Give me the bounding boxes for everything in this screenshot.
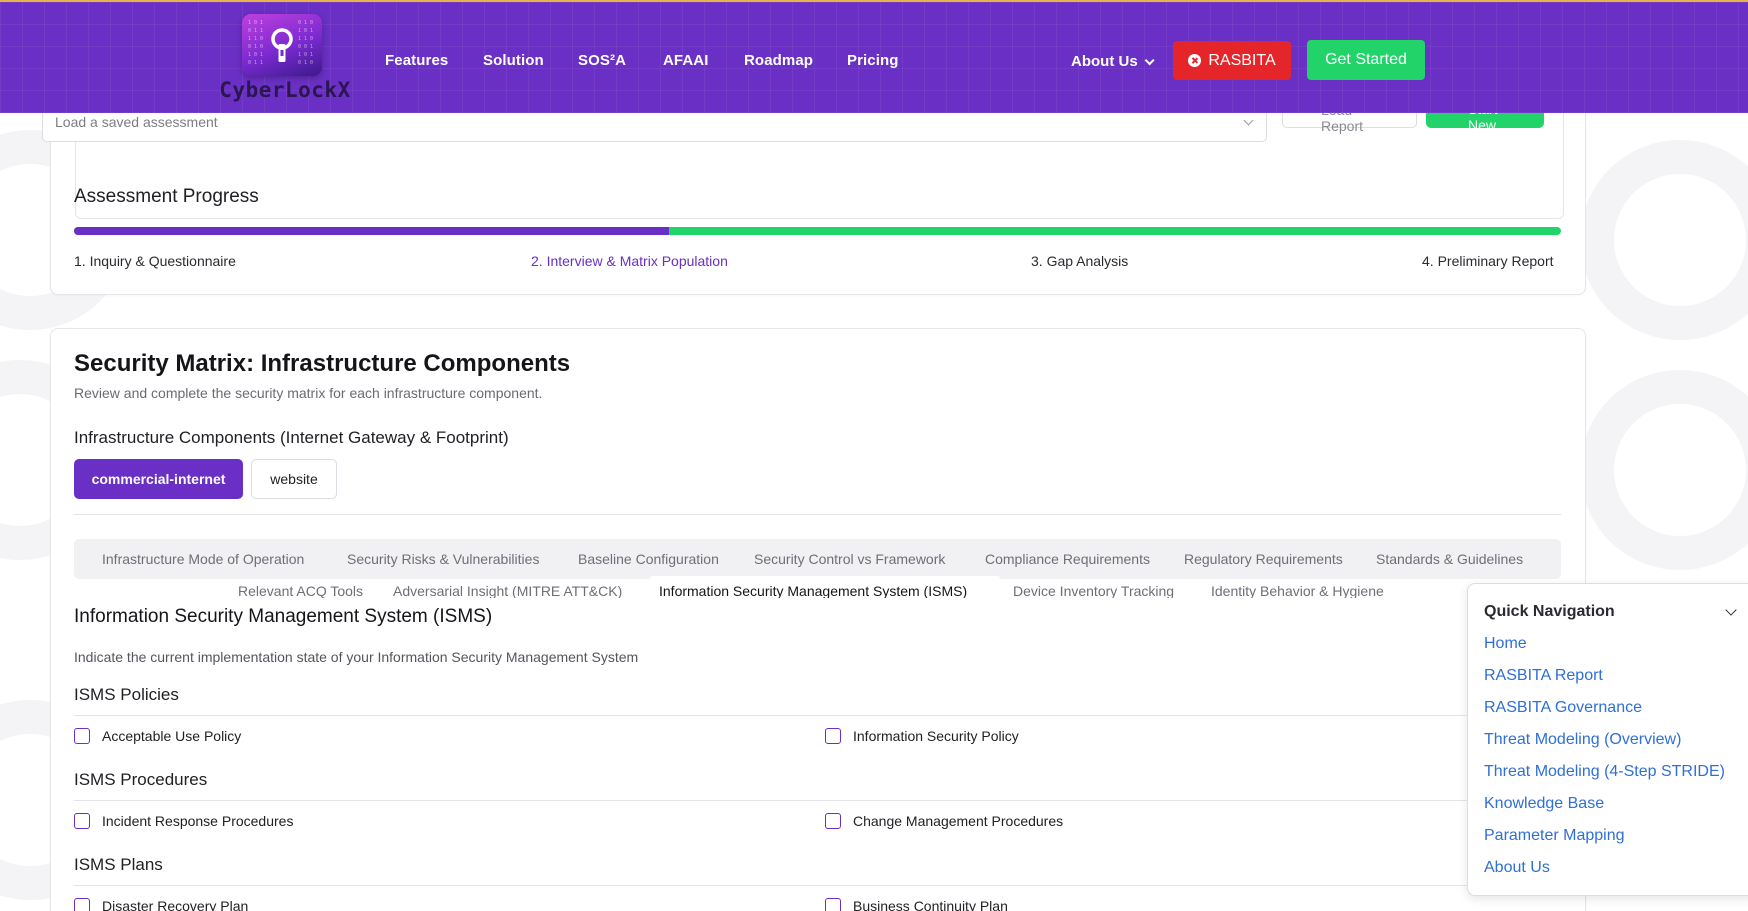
progress-fill xyxy=(74,227,669,235)
quick-nav-link-knowledge-base[interactable]: Knowledge Base xyxy=(1484,795,1604,813)
checkbox-disaster-recovery-plan[interactable]: Disaster Recovery Plan xyxy=(74,898,248,911)
svg-text:1 0 1: 1 0 1 xyxy=(298,52,313,58)
rasbita-button[interactable]: RASBITA xyxy=(1173,41,1291,80)
progress-title: Assessment Progress xyxy=(74,186,259,207)
checkbox-box[interactable] xyxy=(74,813,90,829)
matrix-subtitle: Review and complete the security matrix … xyxy=(74,385,543,401)
isms-group-title: ISMS Procedures xyxy=(74,770,208,789)
checkbox-box[interactable] xyxy=(825,728,841,744)
quick-nav-link-threat-modeling-overview[interactable]: Threat Modeling (Overview) xyxy=(1484,731,1681,749)
svg-text:1 0 1: 1 0 1 xyxy=(298,28,313,34)
progress-step: 1. Inquiry & Questionnaire xyxy=(74,253,236,269)
chevron-down-icon xyxy=(1243,115,1254,126)
quick-nav-link-about-us[interactable]: About Us xyxy=(1484,859,1550,877)
quick-nav-link-rasbita-governance[interactable]: RASBITA Governance xyxy=(1484,699,1642,717)
quick-navigation-title: Quick Navigation xyxy=(1484,603,1615,620)
isms-title: Information Security Management System (… xyxy=(74,606,499,628)
tab-isms[interactable]: Information Security Management System (… xyxy=(659,583,967,598)
background-watermark xyxy=(1580,370,1748,570)
checkbox-label: Disaster Recovery Plan xyxy=(102,898,249,911)
divider xyxy=(74,885,1561,886)
chevron-down-icon[interactable] xyxy=(1725,604,1737,616)
svg-text:0 1 0: 0 1 0 xyxy=(298,60,313,66)
quick-nav-link-parameter-mapping[interactable]: Parameter Mapping xyxy=(1484,827,1625,845)
checkbox-label: Information Security Policy xyxy=(853,728,1019,744)
background-watermark xyxy=(1580,140,1748,340)
divider xyxy=(74,514,1561,515)
checkbox-label: Business Continuity Plan xyxy=(853,898,1008,911)
isms-description: Indicate the current implementation stat… xyxy=(74,649,639,665)
tab-security-control[interactable]: Security Control vs Framework xyxy=(754,551,945,567)
get-started-button[interactable]: Get Started xyxy=(1307,40,1425,80)
site-header: 1 0 1 0 1 1 1 1 0 0 1 0 1 0 1 0 1 1 0 1 0 1 0… xyxy=(0,0,1748,113)
matrix-title: Security Matrix: Infrastructure Componen… xyxy=(74,350,571,377)
svg-text:1 0 1: 1 0 1 xyxy=(248,20,263,26)
tab-infrastructure-mode[interactable]: Infrastructure Mode of Operation xyxy=(102,551,304,567)
checkbox-box[interactable] xyxy=(74,728,90,744)
rasbita-button-label: RASBITA xyxy=(1208,51,1276,69)
svg-text:0 1 1: 0 1 1 xyxy=(248,60,263,66)
svg-text:0 1 0: 0 1 0 xyxy=(248,44,263,50)
nav-about-label: About Us xyxy=(1071,53,1138,70)
nav-about-dropdown[interactable]: About Us xyxy=(1071,53,1155,70)
svg-text:0 1 1: 0 1 1 xyxy=(248,28,263,34)
tab-adversarial-insight[interactable]: Adversarial Insight (MITRE ATT&CK) xyxy=(393,583,622,598)
components-title: Infrastructure Components (Internet Gate… xyxy=(74,428,509,447)
checkbox-acceptable-use-policy[interactable]: Acceptable Use Policy xyxy=(74,728,241,744)
checkbox-information-security-policy[interactable]: Information Security Policy xyxy=(825,728,1019,744)
nav-link-sos2a[interactable]: SOS²A xyxy=(578,52,626,69)
divider xyxy=(74,715,1561,716)
isms-group-title: ISMS Plans xyxy=(74,855,163,874)
tab-regulatory[interactable]: Regulatory Requirements xyxy=(1184,551,1343,567)
checkbox-box[interactable] xyxy=(825,813,841,829)
nav-link-solution[interactable]: Solution xyxy=(483,52,544,69)
checkbox-label: Change Management Procedures xyxy=(853,813,1064,829)
progress-step-active: 2. Interview & Matrix Population xyxy=(531,253,728,269)
checkbox-label: Incident Response Procedures xyxy=(102,813,294,829)
progress-bar xyxy=(74,227,1561,235)
nav-link-pricing[interactable]: Pricing xyxy=(847,52,899,69)
quick-nav-link-rasbita-report[interactable]: RASBITA Report xyxy=(1484,667,1603,685)
divider xyxy=(74,800,1561,801)
svg-text:1 1 0: 1 1 0 xyxy=(298,36,313,42)
checkbox-incident-response-procedures[interactable]: Incident Response Procedures xyxy=(74,813,293,829)
brand-name: CyberLockX xyxy=(219,78,351,102)
svg-text:0 0 1: 0 0 1 xyxy=(298,44,313,50)
checkbox-box[interactable] xyxy=(74,898,90,911)
progress-step: 3. Gap Analysis xyxy=(1031,253,1129,269)
svg-text:1 0 1: 1 0 1 xyxy=(248,52,263,58)
nav-link-features[interactable]: Features xyxy=(385,52,448,69)
checkbox-label: Acceptable Use Policy xyxy=(102,728,242,744)
tab-standards[interactable]: Standards & Guidelines xyxy=(1376,551,1523,567)
logo-icon[interactable]: 1 0 1 0 1 1 1 1 0 0 1 0 1 0 1 0 1 1 0 1 0 1 0… xyxy=(242,14,322,76)
tab-identity-behavior[interactable]: Identity Behavior & Hygiene xyxy=(1211,583,1384,598)
load-assessment-placeholder: Load a saved assessment xyxy=(55,114,218,130)
tab-baseline-configuration[interactable]: Baseline Configuration xyxy=(578,551,719,567)
checkbox-box[interactable] xyxy=(825,898,841,911)
svg-text:1 1 0: 1 1 0 xyxy=(248,36,263,42)
nav-link-roadmap[interactable]: Roadmap xyxy=(744,52,813,69)
tab-security-risks[interactable]: Security Risks & Vulnerabilities xyxy=(347,551,539,567)
tab-compliance[interactable]: Compliance Requirements xyxy=(985,551,1150,567)
svg-text:0 1 0: 0 1 0 xyxy=(298,20,313,26)
checkbox-change-management-procedures[interactable]: Change Management Procedures xyxy=(825,813,1063,829)
close-circle-icon xyxy=(1188,54,1202,67)
tab-device-inventory[interactable]: Device Inventory Tracking xyxy=(1013,583,1174,598)
component-button-commercial-internet[interactable]: commercial-internet xyxy=(74,459,243,499)
tab-acq-tools[interactable]: Relevant ACQ Tools xyxy=(238,583,363,598)
component-button-website[interactable]: website xyxy=(251,459,337,499)
isms-group-title: ISMS Policies xyxy=(74,685,179,704)
quick-nav-link-home[interactable]: Home xyxy=(1484,635,1527,653)
chevron-down-icon xyxy=(1144,55,1155,66)
progress-step: 4. Preliminary Report xyxy=(1422,253,1554,269)
quick-nav-link-threat-modeling-stride[interactable]: Threat Modeling (4-Step STRIDE) xyxy=(1484,763,1725,781)
nav-link-afaai[interactable]: AFAAI xyxy=(663,52,709,69)
quick-navigation-panel: Quick Navigation Home RASBITA Report RAS… xyxy=(1467,583,1748,896)
checkbox-business-continuity-plan[interactable]: Business Continuity Plan xyxy=(825,898,1008,911)
